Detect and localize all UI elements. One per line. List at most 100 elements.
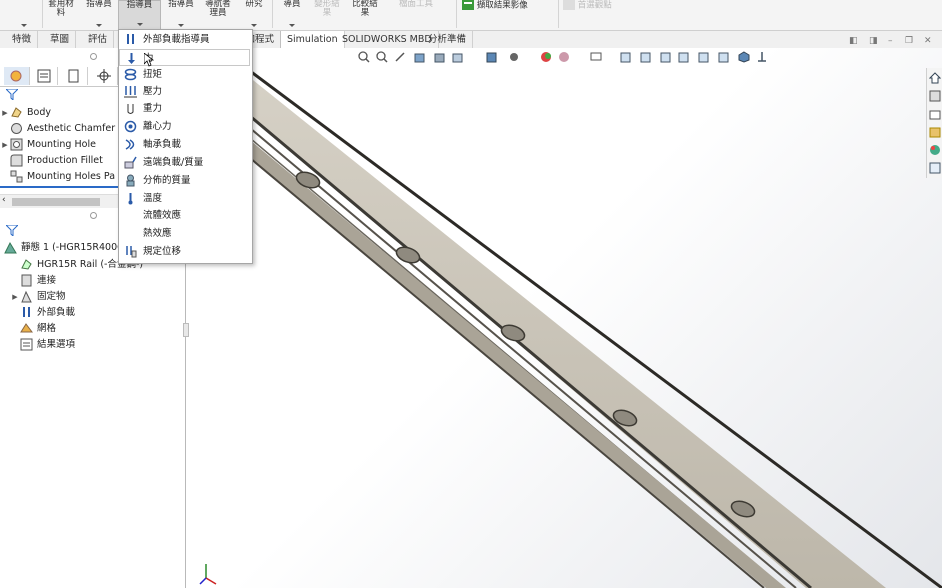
- restore-icon[interactable]: ❐: [905, 36, 913, 46]
- chevron-down-icon[interactable]: [251, 24, 257, 27]
- tree-item-label: Mounting Holes Pa: [27, 171, 116, 182]
- tree-item-body[interactable]: ▶ Body: [0, 105, 51, 121]
- tree-item-production-fillet[interactable]: Production Fillet: [0, 153, 103, 169]
- tree-item-result-options[interactable]: 結果選項: [10, 337, 75, 353]
- display-style-icon[interactable]: [486, 51, 498, 63]
- menu-item-bearing-load[interactable]: 軸承負載: [119, 136, 250, 153]
- isometric-view-icon[interactable]: [738, 51, 750, 63]
- tab-features[interactable]: 特徵: [6, 31, 39, 48]
- menu-item-remote-load[interactable]: 遠端負載/質量: [119, 154, 250, 171]
- normal-to-icon[interactable]: [756, 51, 768, 63]
- dimxpert-manager-tab[interactable]: [92, 67, 118, 85]
- include-image-button[interactable]: 首選觀點: [563, 0, 623, 30]
- fixtures-advisor-button[interactable]: 指導員: [82, 0, 116, 30]
- rail-model[interactable]: [186, 48, 942, 588]
- deformed-result-button[interactable]: 變形結 果: [310, 0, 344, 30]
- panel-grip[interactable]: [90, 212, 97, 219]
- menu-item-gravity[interactable]: 重力: [119, 100, 250, 117]
- design-library-icon[interactable]: [929, 108, 941, 120]
- tree-item-label: 連接: [37, 275, 57, 286]
- shell-manager-button[interactable]: 導航者 理員: [200, 0, 236, 30]
- chevron-down-icon[interactable]: [21, 24, 27, 27]
- ribbon-button-0[interactable]: [10, 0, 38, 30]
- 3d-content-icon[interactable]: [929, 90, 941, 102]
- back-view-icon[interactable]: [640, 51, 652, 63]
- expand-arrow-icon[interactable]: ▶: [0, 105, 10, 121]
- file-explorer-icon[interactable]: [929, 126, 941, 138]
- menu-item-label: 重力: [143, 103, 163, 114]
- top-view-icon[interactable]: [698, 51, 710, 63]
- results-advisor-button[interactable]: 導員: [278, 0, 306, 30]
- compare-results-button[interactable]: 比較結 果: [348, 0, 382, 30]
- chevron-down-icon[interactable]: [96, 24, 102, 27]
- dynamic-annotation-icon[interactable]: [434, 51, 446, 63]
- tree-item-mounting-holes-pattern[interactable]: Mounting Holes Pa: [0, 169, 115, 185]
- filter-icon[interactable]: [6, 89, 18, 100]
- menu-item-centrifugal[interactable]: 離心力: [119, 118, 250, 135]
- minimize-icon[interactable]: –: [888, 36, 893, 46]
- configuration-manager-tab[interactable]: [62, 67, 88, 85]
- connections-advisor-button[interactable]: 指導員: [165, 0, 197, 30]
- panel-collapse-handle[interactable]: [183, 323, 189, 337]
- chevron-down-icon[interactable]: [136, 23, 143, 26]
- edit-appearance-icon[interactable]: [540, 51, 552, 63]
- left-view-icon[interactable]: [660, 51, 672, 63]
- menu-item-force[interactable]: 力: [119, 49, 250, 66]
- custom-properties-icon[interactable]: [929, 162, 941, 174]
- menu-item-thermal-effects[interactable]: 熱效應: [119, 225, 250, 242]
- scroll-left-icon[interactable]: ‹: [2, 195, 6, 205]
- menu-item-flow-effects[interactable]: 流體效應: [119, 207, 250, 224]
- feature-manager-tab[interactable]: [4, 67, 30, 85]
- external-loads-advisor-button[interactable]: 指導員: [118, 0, 161, 30]
- zoom-to-fit-icon[interactable]: [358, 51, 370, 63]
- home-icon[interactable]: [928, 72, 942, 84]
- property-manager-tab[interactable]: [32, 67, 58, 85]
- menu-item-temperature[interactable]: 溫度: [119, 190, 250, 207]
- graphics-viewport[interactable]: [186, 48, 942, 588]
- tree-item-aesthetic-chamfer[interactable]: Aesthetic Chamfer: [0, 121, 115, 137]
- scrollbar-thumb[interactable]: [12, 198, 100, 206]
- chevron-down-icon[interactable]: [289, 24, 295, 27]
- tree-item-fixtures[interactable]: ▶ 固定物: [10, 289, 66, 305]
- tree-item-connections[interactable]: 連接: [10, 273, 56, 289]
- expand-arrow-icon[interactable]: ▶: [0, 137, 10, 153]
- menu-item-label: 熱效應: [143, 228, 172, 239]
- panel-grip[interactable]: [90, 53, 97, 60]
- view-orientation-icon[interactable]: [452, 51, 464, 63]
- appearances-icon[interactable]: [929, 144, 941, 156]
- menu-item-torque[interactable]: 扭矩: [119, 66, 250, 83]
- external-load-icon: [23, 307, 30, 317]
- tab-simulation[interactable]: Simulation: [280, 31, 345, 48]
- right-view-icon[interactable]: [678, 51, 690, 63]
- filter-icon[interactable]: [6, 225, 18, 236]
- previous-view-icon[interactable]: [394, 51, 406, 63]
- expand-arrow-icon[interactable]: ▶: [10, 289, 20, 305]
- zoom-area-icon[interactable]: [376, 51, 388, 63]
- mouse-cursor-icon: [144, 53, 154, 67]
- tree-item-mounting-hole[interactable]: ▶ Mounting Hole: [0, 137, 96, 153]
- apply-scene-icon[interactable]: [558, 51, 570, 63]
- view-settings-icon[interactable]: [590, 51, 602, 63]
- nav-forward-icon[interactable]: ◨: [869, 36, 878, 46]
- tab-evaluate[interactable]: 評估: [82, 31, 115, 48]
- menu-item-prescribed-displacement[interactable]: 規定位移: [119, 243, 250, 260]
- plot-tools-button[interactable]: 檔面工具: [386, 0, 446, 30]
- hide-show-items-icon[interactable]: [508, 51, 520, 63]
- nav-back-icon[interactable]: ◧: [849, 36, 858, 46]
- chevron-down-icon[interactable]: [178, 24, 184, 27]
- menu-item-distributed-mass[interactable]: 分佈的質量: [119, 172, 250, 189]
- tree-item-mesh[interactable]: 網格: [10, 321, 56, 337]
- tab-label: 評估: [88, 34, 108, 45]
- close-icon[interactable]: ✕: [924, 36, 932, 46]
- section-view-icon[interactable]: [414, 51, 426, 63]
- apply-material-button[interactable]: 套用材 料: [45, 0, 77, 30]
- front-view-icon[interactable]: [620, 51, 632, 63]
- tab-analysis-preparation[interactable]: 分析準備: [422, 31, 474, 48]
- run-study-button[interactable]: 研究: [240, 0, 268, 30]
- report-button[interactable]: 擷取結果影像: [462, 0, 554, 30]
- tab-sketch[interactable]: 草圖: [44, 31, 77, 48]
- tree-item-external-loads[interactable]: 外部負載: [10, 305, 75, 321]
- bottom-view-icon[interactable]: [718, 51, 730, 63]
- menu-item-load-advisor[interactable]: 外部負載指導員: [119, 31, 250, 48]
- menu-item-pressure[interactable]: 壓力: [119, 83, 250, 100]
